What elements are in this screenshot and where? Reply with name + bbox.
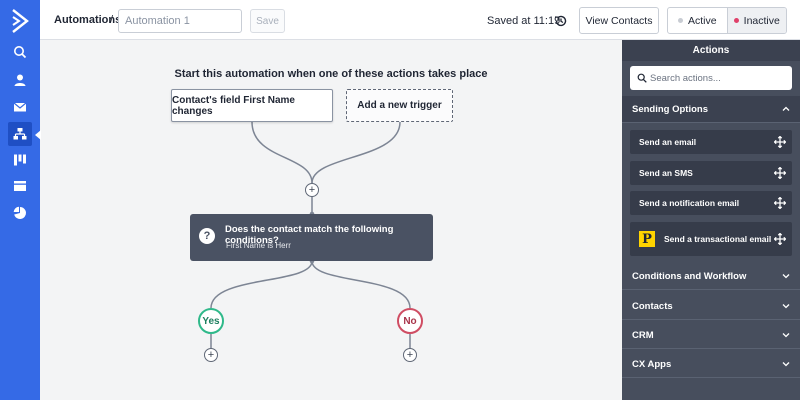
chevron-down-icon [782, 274, 790, 279]
automation-name-input[interactable] [118, 9, 242, 33]
panel-title: Actions [622, 40, 800, 61]
action-label: Send an SMS [639, 168, 693, 178]
search-box [630, 66, 792, 90]
reports-icon[interactable] [8, 201, 32, 225]
view-contacts-button[interactable]: View Contacts [579, 7, 659, 34]
section-cx-apps[interactable]: CX Apps [622, 351, 800, 378]
chevron-down-icon [782, 304, 790, 309]
action-label: Send a transactional email [664, 234, 772, 244]
add-step-no-button[interactable]: + [403, 348, 417, 362]
search-icon[interactable] [8, 40, 32, 64]
automations-icon[interactable] [8, 122, 32, 146]
saved-status: Saved at 11:19 [487, 15, 561, 27]
action-send-email[interactable]: Send an email [630, 130, 792, 154]
email-icon[interactable] [8, 95, 32, 119]
status-active-option[interactable]: Active [668, 8, 727, 33]
chevron-down-icon [782, 362, 790, 367]
add-trigger-button[interactable]: Add a new trigger [346, 89, 453, 122]
drag-handle-icon[interactable] [774, 136, 786, 148]
action-label: Send a notification email [639, 198, 740, 208]
inactive-dot [733, 18, 739, 23]
section-sending-options[interactable]: Sending Options [622, 96, 800, 123]
branch-no[interactable]: No [397, 308, 423, 334]
search-actions-input[interactable] [650, 69, 788, 87]
automation-canvas: Start this automation when one of these … [40, 40, 622, 400]
actions-panel: Actions Sending Options Send an email Se… [622, 40, 800, 400]
drag-handle-icon[interactable] [774, 197, 786, 209]
save-button[interactable]: Save [250, 9, 285, 33]
branch-yes[interactable]: Yes [198, 308, 224, 334]
action-send-transactional-email[interactable]: P Send a transactional email [630, 222, 792, 256]
drag-handle-icon[interactable] [774, 233, 786, 245]
canvas-heading: Start this automation when one of these … [174, 68, 488, 80]
top-bar: Automations / Save Saved at 11:19 View C… [40, 0, 800, 40]
trigger-field-change[interactable]: Contact's field First Name changes [171, 89, 333, 122]
section-label: CX Apps [632, 358, 672, 370]
condition-subtitle: First Name is Herr [226, 241, 291, 250]
drag-handle-icon[interactable] [774, 167, 786, 179]
chevron-down-icon [782, 333, 790, 338]
active-dot [677, 18, 683, 23]
search-icon [637, 73, 647, 83]
status-inactive-option[interactable]: Inactive [726, 8, 786, 33]
action-label: Send an email [639, 137, 697, 147]
pipelines-icon[interactable] [8, 148, 32, 172]
section-conditions-workflow[interactable]: Conditions and Workflow [622, 263, 800, 290]
status-inactive-label: Inactive [743, 14, 780, 27]
add-step-button[interactable]: + [305, 183, 319, 197]
status-toggle: Active Inactive [667, 7, 787, 34]
history-icon[interactable] [554, 14, 568, 28]
status-active-label: Active [687, 14, 717, 27]
question-icon: ? [199, 228, 215, 244]
site-icon[interactable] [8, 174, 32, 198]
section-crm[interactable]: CRM [622, 322, 800, 349]
section-label: Contacts [632, 300, 673, 312]
contacts-icon[interactable] [8, 68, 32, 92]
section-contacts[interactable]: Contacts [622, 293, 800, 320]
breadcrumb-separator: / [110, 14, 114, 26]
add-step-yes-button[interactable]: + [204, 348, 218, 362]
action-send-sms[interactable]: Send an SMS [630, 161, 792, 185]
logo-icon[interactable] [10, 8, 30, 34]
chevron-up-icon [782, 106, 790, 111]
left-nav [0, 0, 41, 400]
condition-block[interactable]: ? Does the contact match the following c… [190, 214, 433, 261]
section-label: CRM [632, 329, 654, 341]
section-label: Conditions and Workflow [632, 270, 747, 282]
action-send-notification-email[interactable]: Send a notification email [630, 191, 792, 215]
section-label: Sending Options [632, 103, 708, 115]
postmark-logo-icon: P [639, 231, 655, 247]
